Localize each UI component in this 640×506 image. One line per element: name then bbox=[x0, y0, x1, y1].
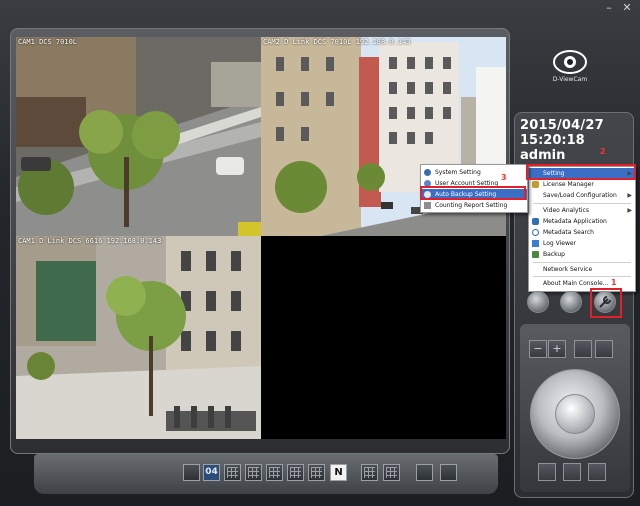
menu-item-metadata-search[interactable]: Metadata Search bbox=[529, 227, 635, 238]
playback-button[interactable] bbox=[527, 291, 549, 313]
video-grid: CAM1 DCS 7010L CAM2 D Link DCS 7010L 192… bbox=[16, 37, 506, 439]
system-icon bbox=[424, 169, 431, 176]
annotation-number-2: 2 bbox=[600, 147, 606, 156]
menu-separator bbox=[533, 276, 631, 277]
close-button[interactable]: ✕ bbox=[620, 2, 634, 14]
layout-4-button[interactable]: 04 bbox=[203, 464, 220, 481]
fullscreen-button[interactable] bbox=[416, 464, 433, 481]
layout-9-button[interactable] bbox=[245, 464, 262, 481]
zoom-in-button[interactable]: + bbox=[548, 340, 566, 358]
camera-1-image bbox=[16, 37, 261, 236]
log-icon bbox=[532, 240, 539, 247]
logo-text: D-ViewCam bbox=[552, 76, 588, 83]
layout-16-button[interactable] bbox=[308, 464, 325, 481]
annotation-box-auto-backup bbox=[420, 186, 526, 200]
camera-view-1[interactable]: CAM1 DCS 7010L bbox=[16, 37, 261, 236]
annotation-box-setting bbox=[526, 164, 636, 180]
camera-3-label: CAM1 D Link DCS 6616 192.168.0.143 bbox=[18, 237, 162, 245]
focus-button[interactable] bbox=[574, 340, 592, 358]
layout-1-button[interactable] bbox=[183, 464, 200, 481]
ptz-preset-1-button[interactable] bbox=[538, 463, 556, 481]
layout-n-button[interactable]: N bbox=[330, 464, 347, 481]
menu-item-license-manager[interactable]: License Manager bbox=[529, 179, 635, 190]
layout-6-button[interactable] bbox=[224, 464, 241, 481]
layout-10-button[interactable] bbox=[266, 464, 283, 481]
camera-view-4[interactable] bbox=[261, 236, 506, 439]
user-display: admin bbox=[520, 148, 566, 163]
grid-icon bbox=[227, 467, 238, 478]
alert-button[interactable] bbox=[560, 291, 582, 313]
ptz-preset-2-button[interactable] bbox=[563, 463, 581, 481]
layout-13-button[interactable] bbox=[287, 464, 304, 481]
menu-item-video-analytics[interactable]: Video Analytics ▶ bbox=[529, 205, 635, 216]
report-icon bbox=[424, 202, 431, 209]
menu-separator bbox=[533, 262, 631, 263]
camera-2-label: CAM2 D Link DCS 7010L 192.168.0.143 bbox=[263, 38, 411, 46]
minimize-button[interactable]: – bbox=[602, 2, 616, 14]
menu-item-metadata-application[interactable]: Metadata Application bbox=[529, 216, 635, 227]
eye-logo-icon bbox=[553, 50, 587, 74]
annotation-number-1: 1 bbox=[611, 278, 617, 287]
submenu-arrow-icon: ▶ bbox=[627, 192, 632, 199]
zoom-out-button[interactable]: − bbox=[529, 340, 547, 358]
record-button[interactable] bbox=[595, 340, 613, 358]
menu-item-save-load-configuration[interactable]: Save/Load Configuration ▶ bbox=[529, 190, 635, 201]
config-button[interactable] bbox=[594, 291, 616, 313]
grid-icon bbox=[311, 467, 322, 478]
metadata-icon bbox=[532, 218, 539, 225]
key-icon bbox=[532, 181, 539, 188]
config-menu: Setting ▶ License Manager Save/Load Conf… bbox=[528, 166, 636, 292]
submenu-arrow-icon: ▶ bbox=[627, 207, 632, 214]
menu-item-network-service[interactable]: Network Service bbox=[529, 264, 635, 275]
layout-custom-1-button[interactable] bbox=[361, 464, 378, 481]
date-display: 2015/04/27 bbox=[520, 118, 604, 133]
menu-item-backup[interactable]: Backup bbox=[529, 249, 635, 260]
camera-1-label: CAM1 DCS 7010L bbox=[18, 38, 78, 46]
submenu-item-system-setting[interactable]: System Setting bbox=[421, 167, 527, 178]
search-icon bbox=[532, 229, 539, 236]
layout-custom-2-button[interactable] bbox=[383, 464, 400, 481]
menu-item-log-viewer[interactable]: Log Viewer bbox=[529, 238, 635, 249]
wrench-icon bbox=[599, 296, 611, 308]
ptz-home-button[interactable] bbox=[555, 394, 595, 434]
grid-icon bbox=[386, 467, 397, 478]
grid-icon bbox=[269, 467, 280, 478]
camera-3-image bbox=[16, 236, 261, 439]
status-info: 2015/04/27 15:20:18 admin bbox=[520, 118, 630, 168]
time-display: 15:20:18 bbox=[520, 133, 585, 148]
menu-separator bbox=[533, 203, 631, 204]
submenu-item-counting-report-setting[interactable]: Counting Report Setting bbox=[421, 200, 527, 211]
sequence-button[interactable] bbox=[440, 464, 457, 481]
grid-icon bbox=[248, 467, 259, 478]
annotation-number-3: 3 bbox=[501, 173, 507, 182]
grid-icon bbox=[290, 467, 301, 478]
ptz-preset-3-button[interactable] bbox=[588, 463, 606, 481]
backup-icon bbox=[532, 251, 539, 258]
camera-view-3[interactable]: CAM1 D Link DCS 6616 192.168.0.143 bbox=[16, 236, 261, 439]
grid-icon bbox=[364, 467, 375, 478]
